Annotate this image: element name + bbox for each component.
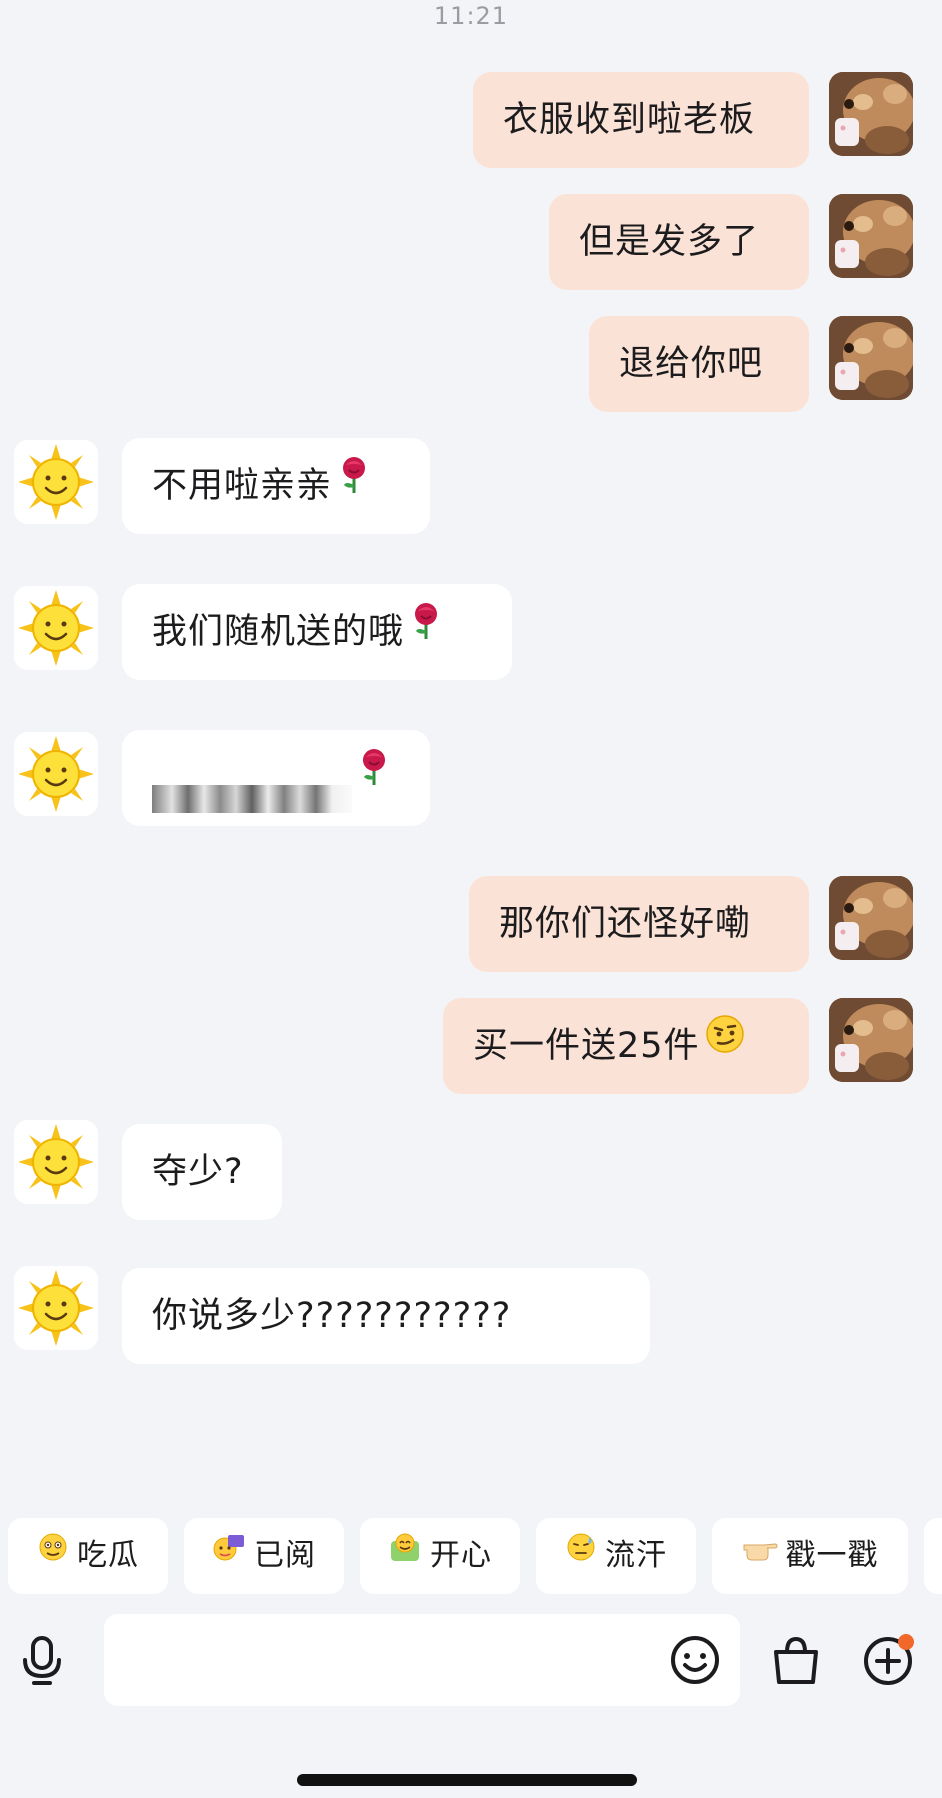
quick-reply-chip[interactable]: 戳一戳 (712, 1518, 908, 1594)
sun-avatar-icon (14, 732, 98, 816)
sweat-face-icon (565, 1516, 597, 1592)
quick-reply-bar: 吃瓜 已阅 开心 流汗 戳一戳 (0, 1518, 942, 1594)
happy-sticker-icon (388, 1516, 422, 1592)
message-text: 夺少? (152, 1152, 244, 1192)
emoji-button[interactable] (667, 1632, 723, 1688)
status-time: 11:21 (433, 2, 509, 30)
shop-avatar[interactable] (14, 732, 98, 816)
message-bubble-outgoing[interactable]: 但是发多了 (549, 194, 809, 290)
message-text: 退给你吧 (619, 344, 764, 384)
quick-reply-chip[interactable]: 流汗 (536, 1518, 696, 1594)
notification-dot (898, 1634, 914, 1650)
plus-circle-icon (864, 1634, 914, 1685)
user-avatar[interactable] (829, 316, 913, 400)
rose-emoji (336, 436, 372, 532)
home-indicator[interactable] (297, 1774, 637, 1786)
shop-avatar[interactable] (14, 440, 98, 524)
smirk-emoji (704, 996, 746, 1092)
user-avatar[interactable] (829, 998, 913, 1082)
shop-avatar[interactable] (14, 1266, 98, 1350)
microphone-icon (23, 1636, 61, 1685)
message-text: 不用啦亲亲 (152, 466, 333, 506)
message-bubble-outgoing[interactable]: 买一件送25件 (443, 998, 809, 1094)
composer (0, 1614, 942, 1706)
quick-reply-chip-overflow[interactable] (924, 1518, 942, 1594)
message-bubble-outgoing[interactable]: 退给你吧 (589, 316, 809, 412)
sun-avatar-icon (14, 586, 98, 670)
sun-avatar-icon (14, 440, 98, 524)
message-input[interactable] (104, 1614, 740, 1706)
message-text: 衣服收到啦老板 (503, 100, 756, 140)
doge-avatar-icon (829, 72, 913, 156)
message-bubble-incoming[interactable]: 我们随机送的哦 (122, 584, 512, 680)
rose-emoji (408, 582, 444, 678)
message-text: 我们随机送的哦 (152, 612, 405, 652)
rose-emoji (356, 728, 392, 824)
message-bubble-incoming-redacted[interactable] (122, 730, 430, 826)
doge-avatar-icon (829, 998, 913, 1082)
user-avatar[interactable] (829, 194, 913, 278)
message-bubble-incoming[interactable]: 夺少? (122, 1124, 282, 1220)
voice-button[interactable] (14, 1632, 70, 1688)
message-text: 你说多少??????????? (152, 1296, 512, 1336)
user-avatar[interactable] (829, 876, 913, 960)
redacted-text (152, 758, 352, 813)
poke-hand-icon (742, 1516, 778, 1592)
message-bubble-incoming[interactable]: 你说多少??????????? (122, 1268, 650, 1364)
shopping-bag-icon (774, 1636, 818, 1684)
quick-reply-label: 流汗 (605, 1538, 667, 1573)
more-button[interactable] (860, 1632, 916, 1688)
doge-avatar-icon (829, 194, 913, 278)
message-text: 但是发多了 (579, 222, 760, 262)
quick-reply-chip[interactable]: 已阅 (184, 1518, 344, 1594)
quick-reply-label: 吃瓜 (77, 1538, 139, 1573)
message-bubble-outgoing[interactable]: 那你们还怪好嘞 (469, 876, 809, 972)
sun-avatar-icon (14, 1120, 98, 1204)
message-text: 买一件送25件 (473, 1026, 700, 1066)
quick-reply-chip[interactable]: 开心 (360, 1518, 520, 1594)
quick-reply-label: 已阅 (254, 1538, 316, 1573)
doge-avatar-icon (829, 876, 913, 960)
shop-avatar[interactable] (14, 586, 98, 670)
user-avatar[interactable] (829, 72, 913, 156)
message-bubble-incoming[interactable]: 不用啦亲亲 (122, 438, 430, 534)
smiley-icon (671, 1636, 719, 1684)
melon-face-icon (37, 1516, 69, 1592)
message-bubble-outgoing[interactable]: 衣服收到啦老板 (473, 72, 809, 168)
sun-avatar-icon (14, 1266, 98, 1350)
quick-reply-label: 戳一戳 (785, 1538, 879, 1573)
message-text: 那你们还怪好嘞 (499, 904, 752, 944)
doge-avatar-icon (829, 316, 913, 400)
quick-reply-label: 开心 (430, 1538, 492, 1573)
shop-button[interactable] (768, 1632, 824, 1688)
quick-reply-chip[interactable]: 吃瓜 (8, 1518, 168, 1594)
shop-avatar[interactable] (14, 1120, 98, 1204)
read-sticker-icon (212, 1516, 246, 1592)
